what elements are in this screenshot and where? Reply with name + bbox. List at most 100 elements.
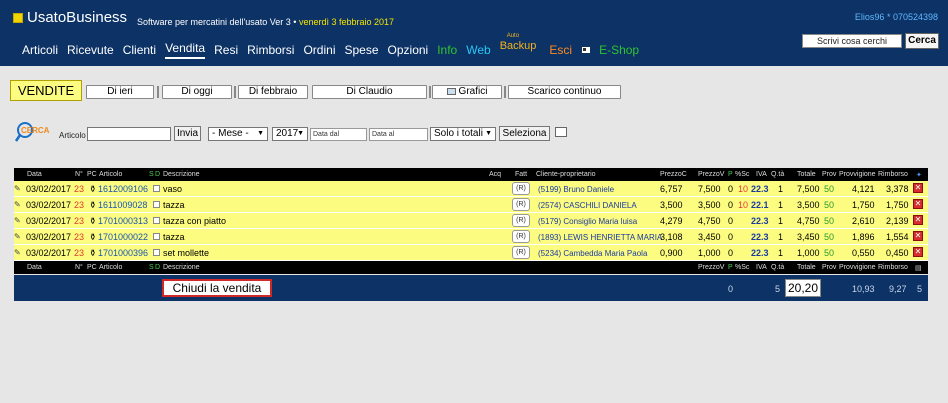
- nav-clienti[interactable]: Clienti: [123, 43, 156, 57]
- toolbar-separator: [429, 86, 431, 98]
- table-row[interactable]: ✎ 03/02/2017 23 ⚱ 1701000313 tazza con piatto…: [14, 213, 928, 229]
- row-checkbox[interactable]: [153, 201, 160, 208]
- row-n: 23: [74, 248, 85, 258]
- di-febbraio-button[interactable]: Di febbraio: [238, 85, 308, 99]
- row-checkbox[interactable]: [153, 233, 160, 240]
- table-row[interactable]: ✎ 03/02/2017 23 ⚱ 1701000022 tazza (1893) LEWI…: [14, 229, 928, 245]
- search-input[interactable]: Scrivi cosa cerchi: [802, 34, 902, 48]
- row-prov: 50: [824, 216, 835, 226]
- row-articolo[interactable]: 1701000396: [98, 248, 148, 258]
- col-pc: PC: [87, 264, 97, 271]
- row-qta: 1: [778, 232, 784, 242]
- row-cliente[interactable]: (2574) CASCHILI DANIELA: [538, 201, 637, 210]
- row-prezzoc: 3,500: [660, 200, 683, 210]
- nav-rimborsi[interactable]: Rimborsi: [247, 43, 294, 57]
- col-d: D: [155, 171, 161, 178]
- row-articolo[interactable]: 1701000313: [98, 216, 148, 226]
- di-claudio-button[interactable]: Di Claudio: [312, 85, 427, 99]
- row-cliente[interactable]: (5179) Consiglio Maria luisa: [538, 217, 637, 226]
- print-icon[interactable]: ▤: [915, 264, 922, 272]
- delete-icon[interactable]: ✕: [913, 215, 923, 225]
- nav-backup[interactable]: Auto Backup: [500, 33, 537, 52]
- col-totale: Totale: [797, 171, 816, 178]
- fatt-button[interactable]: (R): [512, 198, 530, 211]
- edit-icon[interactable]: ✎: [14, 248, 21, 257]
- delete-icon[interactable]: ✕: [913, 199, 923, 209]
- table-row[interactable]: ✎ 03/02/2017 23 ⚱ 1612009106 vaso (5199) Bruno…: [14, 181, 928, 197]
- edit-icon[interactable]: ✎: [14, 232, 21, 241]
- row-cliente[interactable]: (5234) Cambedda Maria Paola: [538, 249, 647, 258]
- fatt-button[interactable]: (R): [512, 230, 530, 243]
- col-qta: Q.tà: [771, 264, 785, 271]
- current-date: venerdì 3 febbraio 2017: [298, 17, 395, 27]
- di-oggi-button[interactable]: Di oggi: [162, 85, 232, 99]
- row-cliente[interactable]: (5199) Bruno Daniele: [538, 185, 614, 194]
- row-articolo[interactable]: 1612009106: [98, 184, 148, 194]
- row-cliente[interactable]: (1893) LEWIS HENRIETTA MARIA: [538, 233, 662, 242]
- delete-icon[interactable]: ✕: [913, 247, 923, 257]
- chiudi-vendita-button[interactable]: Chiudi la vendita: [162, 279, 272, 297]
- fatt-button[interactable]: (R): [512, 246, 530, 259]
- row-articolo[interactable]: 1611009028: [98, 200, 147, 210]
- table-view-icon[interactable]: [555, 127, 567, 137]
- col-sc: %Sc: [735, 171, 750, 178]
- fatt-button[interactable]: (R): [512, 214, 530, 227]
- row-rimborso: 2,139: [886, 216, 909, 226]
- table-row[interactable]: ✎ 03/02/2017 23 ⚱ 1701000396 set mollette (523…: [14, 245, 928, 261]
- edit-icon[interactable]: ✎: [14, 200, 21, 209]
- edit-icon[interactable]: ✎: [14, 184, 21, 193]
- data-dal-input[interactable]: Data dal: [310, 128, 367, 141]
- col-s: S: [149, 264, 154, 271]
- row-data: 03/02/2017: [26, 216, 72, 226]
- nav-vendita[interactable]: Vendita: [165, 41, 206, 59]
- row-checkbox[interactable]: [153, 217, 160, 224]
- search-button[interactable]: Cerca: [905, 33, 939, 49]
- table-body: ✎ 03/02/2017 23 ⚱ 1612009106 vaso (5199) Bruno…: [14, 181, 928, 261]
- articolo-label: Articolo: [59, 131, 86, 140]
- edit-icon[interactable]: ✎: [14, 216, 21, 225]
- nav-spese[interactable]: Spese: [344, 43, 378, 57]
- anno-select[interactable]: 2017 ▼: [272, 127, 308, 141]
- mese-value: - Mese -: [212, 128, 249, 139]
- nav-opzioni[interactable]: Opzioni: [388, 43, 429, 57]
- nav-eshop[interactable]: E-Shop: [599, 43, 639, 57]
- totali-select[interactable]: Solo i totali ▼: [430, 127, 496, 141]
- grafici-button[interactable]: Grafici: [432, 85, 502, 99]
- scarico-continuo-button[interactable]: Scarico continuo: [508, 85, 621, 99]
- row-n: 23: [74, 184, 85, 194]
- nav-esci[interactable]: Esci: [549, 43, 572, 57]
- page-title: VENDITE: [10, 80, 82, 101]
- articolo-input[interactable]: [87, 127, 171, 141]
- seleziona-button[interactable]: Seleziona: [499, 126, 550, 141]
- nav-ricevute[interactable]: Ricevute: [67, 43, 114, 57]
- row-articolo[interactable]: 1701000022: [98, 232, 148, 242]
- delete-icon[interactable]: ✕: [913, 231, 923, 241]
- col-descrizione: Descrizione: [163, 264, 200, 271]
- row-p: 0: [728, 216, 734, 226]
- row-sc: 10: [738, 184, 749, 194]
- delete-icon[interactable]: ✕: [913, 183, 923, 193]
- row-checkbox[interactable]: [153, 185, 160, 192]
- nav-info[interactable]: Info: [437, 43, 457, 57]
- row-n: 23: [74, 200, 85, 210]
- nav-resi[interactable]: Resi: [214, 43, 238, 57]
- row-checkbox[interactable]: [153, 249, 160, 256]
- nav-ordini[interactable]: Ordini: [303, 43, 335, 57]
- invia-button[interactable]: Invia: [174, 126, 201, 141]
- row-totale: 3,450: [797, 232, 820, 242]
- nav-articoli[interactable]: Articoli: [22, 43, 58, 57]
- nav-web[interactable]: Web: [466, 43, 490, 57]
- di-ieri-button[interactable]: Di ieri: [86, 85, 154, 99]
- pc-icon: ⚱: [89, 232, 97, 242]
- col-descrizione: Descrizione: [163, 171, 200, 178]
- add-icon[interactable]: ✦: [916, 171, 922, 179]
- data-al-input[interactable]: Data al: [369, 128, 428, 141]
- row-prov: 50: [824, 184, 835, 194]
- footer-rimborso: 9,27: [889, 284, 907, 294]
- table-row[interactable]: ✎ 03/02/2017 23 ⚱ 1611009028 tazza (2574) CASC…: [14, 197, 928, 213]
- row-prezzov: 3,450: [698, 232, 721, 242]
- fatt-button[interactable]: (R): [512, 182, 530, 195]
- totali-value: Solo i totali: [434, 128, 483, 139]
- mese-select[interactable]: - Mese - ▼: [208, 127, 268, 141]
- user-info[interactable]: Elios96 * 070524398: [855, 12, 938, 22]
